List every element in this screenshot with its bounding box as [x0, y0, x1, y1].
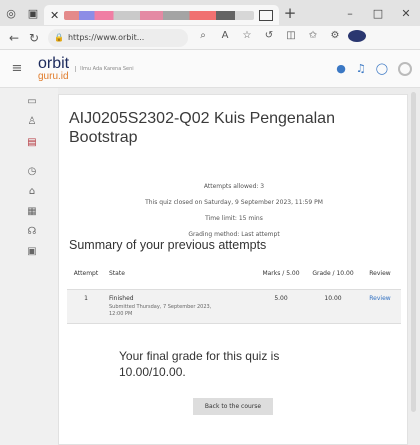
time-limit: Time limit: 15 mins	[205, 215, 263, 222]
grading-method: Grading method: Last attempt	[188, 231, 280, 238]
table-header-row: Attempt State Marks / 5.00 Grade / 10.00…	[67, 258, 401, 290]
tab-icon	[259, 9, 273, 21]
read-aloud-icon[interactable]: A	[216, 30, 234, 45]
cell-grade: 10.00	[307, 289, 359, 324]
hamburger-menu-icon[interactable]: ≡	[0, 61, 34, 76]
dashboard-icon[interactable]: ◷	[26, 166, 38, 178]
refresh-icon[interactable]: ↻	[24, 31, 44, 45]
notification-bell-icon[interactable]: ♫	[356, 62, 366, 76]
summary-heading: Summary of your previous attempts	[69, 238, 267, 252]
logo-main-text: orbit	[38, 54, 70, 72]
close-window-button[interactable]: ✕	[392, 7, 420, 20]
url-field[interactable]: 🔒 https://www.orbit...	[48, 28, 188, 47]
address-bar: ← ↻ 🔒 https://www.orbit... ⌕ A ☆ ↺ ◫ ✩ ⚙	[0, 26, 420, 50]
cell-marks: 5.00	[255, 289, 307, 324]
extensions-icon[interactable]: ⚙	[326, 30, 344, 45]
review-link[interactable]: Review	[369, 295, 390, 302]
col-marks: Marks / 5.00	[255, 258, 307, 290]
cell-review: Review	[359, 289, 401, 324]
back-icon[interactable]: ←	[4, 31, 24, 45]
window-controls: – □ ✕	[336, 7, 420, 20]
site-logo[interactable]: orbit guru.id Ilmu Ada Karena Seni	[38, 54, 134, 82]
browser-tab[interactable]: ✕	[44, 5, 279, 25]
site-header: ≡ orbit guru.id Ilmu Ada Karena Seni ● ♫…	[0, 50, 420, 88]
messages-icon[interactable]: ◯	[376, 62, 388, 76]
page-title: AIJ0205S2302-Q02 Kuis Pengenalan Bootstr…	[69, 110, 335, 146]
cell-attempt: 1	[67, 289, 105, 324]
quiz-card: AIJ0205S2302-Q02 Kuis Pengenalan Bootstr…	[58, 94, 408, 445]
back-to-course-button[interactable]: Back to the course	[193, 398, 273, 415]
url-text: https://www.orbit...	[67, 33, 145, 42]
tab-favicons-strip	[64, 10, 254, 20]
attempts-table: Attempt State Marks / 5.00 Grade / 10.00…	[67, 258, 401, 324]
calendar-icon[interactable]: ▦	[26, 206, 38, 218]
folder-icon[interactable]: ▭	[26, 96, 38, 108]
submitted-text: Submitted Thursday, 7 September 2023, 12…	[109, 303, 212, 317]
new-tab-button[interactable]: +	[279, 4, 301, 22]
maximize-button[interactable]: □	[364, 7, 392, 20]
favorite-icon[interactable]: ☆	[238, 30, 256, 45]
browser-tab-bar: ◎ ▣ ✕ + – □ ✕	[0, 0, 420, 26]
globe-icon[interactable]: ●	[336, 62, 346, 76]
user-avatar-icon[interactable]	[398, 61, 412, 76]
lock-icon: 🔒	[54, 33, 64, 42]
participants-icon[interactable]: ♙	[26, 116, 38, 128]
zoom-icon[interactable]: ⌕	[194, 30, 212, 45]
toolbar-icons: ⌕ A ☆ ↺ ◫ ✩ ⚙	[194, 30, 366, 45]
col-attempt: Attempt	[67, 258, 105, 290]
cell-state: Finished Submitted Thursday, 7 September…	[105, 289, 255, 324]
profile-icon[interactable]	[348, 30, 366, 45]
page-scrollbar[interactable]	[411, 92, 416, 412]
tab-actions-icon[interactable]: ▣	[22, 0, 44, 26]
col-review: Review	[359, 258, 401, 290]
content-bank-icon[interactable]: ▣	[26, 246, 38, 258]
header-icons: ● ♫ ◯	[336, 61, 420, 76]
grades-icon[interactable]: ▤	[26, 137, 38, 149]
refresh-page-icon[interactable]: ↺	[260, 30, 278, 45]
side-nav: ▭ ♙ ▤ ◷ ⌂ ▦ ☊ ▣	[0, 88, 58, 445]
private-files-icon[interactable]: ☊	[26, 226, 38, 238]
col-state: State	[105, 258, 255, 290]
closed-on: This quiz closed on Saturday, 9 Septembe…	[145, 199, 323, 206]
attempts-allowed: Attempts allowed: 3	[203, 183, 265, 190]
home-icon[interactable]: ⌂	[26, 186, 38, 198]
logo-tagline: Ilmu Ada Karena Seni	[75, 65, 134, 72]
minimize-button[interactable]: –	[336, 7, 364, 20]
col-grade: Grade / 10.00	[307, 258, 359, 290]
final-grade-text: Your final grade for this quiz is 10.00/…	[119, 349, 280, 379]
browser-menu-icon[interactable]: ◎	[0, 0, 22, 26]
tab-close-icon[interactable]: ✕	[50, 9, 59, 22]
state-text: Finished	[109, 294, 134, 302]
logo-sub-text: guru.id	[38, 70, 69, 82]
favorites-icon[interactable]: ✩	[304, 30, 322, 45]
split-screen-icon[interactable]: ◫	[282, 30, 300, 45]
table-row: 1 Finished Submitted Thursday, 7 Septemb…	[67, 289, 401, 324]
